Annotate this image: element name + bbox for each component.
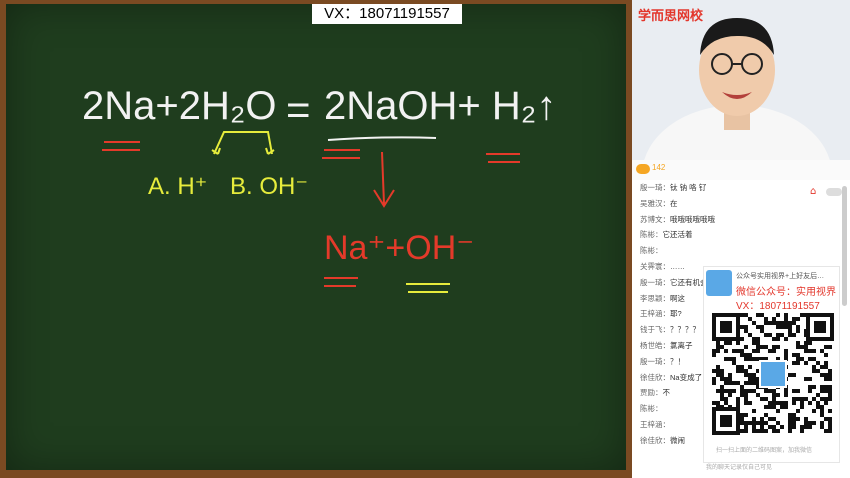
annotations: [102, 131, 520, 293]
chat-text: 哦哦哦哦哦哦: [670, 214, 715, 224]
chat-text: Na变成了: [670, 372, 703, 382]
online-count: 142: [652, 163, 666, 172]
chat-sender: 陈彬：: [640, 404, 663, 414]
chat-sender: 钱于飞：: [640, 325, 670, 335]
ad-avatar: [706, 270, 732, 296]
teacher-video: 学而思网校: [632, 0, 850, 160]
chat-sender: 陈彬：: [640, 246, 663, 256]
chat-sender: 王梓涵：: [640, 309, 670, 319]
chat-message: 苏博文：哦哦哦哦哦哦: [640, 212, 840, 228]
teacher-figure: [644, 18, 830, 160]
ad-line2: 微信公众号：实用视界: [736, 287, 836, 298]
chat-sender: 殷一琦：: [640, 356, 670, 366]
chat-message: 吴雅汉：在: [640, 196, 840, 212]
chat-sender: 吴雅汉：: [640, 198, 670, 208]
blackboard-frame: 2Na+2H₂O = 2NaOH+ H₂↑ A. H⁺ B. OH⁻ Na⁺+O…: [0, 0, 632, 478]
qr-ad-card: 公众号实用视界+上好友后… 微信公众号：实用视界 VX：18071191557 …: [703, 266, 840, 463]
arrow-down: [373, 151, 395, 208]
footer-note: 我的聊天记录仅自己可见: [706, 465, 773, 471]
chat-sender: 杨世皓：: [640, 340, 670, 350]
underline-naoh: [327, 136, 437, 141]
ad-line3: VX：18071191557: [736, 301, 820, 312]
chat-sender: 贾励：: [640, 388, 663, 398]
chat-text: ……: [670, 261, 685, 271]
chat-sender: 徐佳欣：: [640, 435, 670, 445]
chat-sender: 李思颖：: [640, 293, 670, 303]
chat-message: 殷一琦：钛 钠 咯 钌: [640, 180, 840, 196]
chat-text: 微闹: [670, 435, 685, 445]
mark-na: [102, 141, 140, 151]
chat-text: 在: [670, 198, 678, 208]
bracket-h2o: [213, 131, 273, 155]
chat-sender: 殷一琦：: [640, 277, 670, 287]
chat-sender: 苏博文：: [640, 214, 670, 224]
watermark: VX：18071191557: [312, 4, 462, 24]
mark-naoh: [322, 149, 360, 159]
option-a: A. H⁺: [148, 173, 208, 200]
blackboard: 2Na+2H₂O = 2NaOH+ H₂↑ A. H⁺ B. OH⁻ Na⁺+O…: [6, 4, 626, 470]
chat-scrollbar[interactable]: [842, 186, 847, 306]
mark-h2: [486, 153, 520, 163]
chat-sender: 徐佳欣：: [640, 372, 670, 382]
chat-text: 氯离子: [670, 340, 693, 350]
chat-sender: 关霁寰：: [640, 261, 670, 271]
mark-na-ion: [324, 277, 358, 287]
mark-oh-ion: [406, 283, 450, 293]
chat-text: 不: [662, 388, 671, 398]
chat-sender: 陈彬：: [640, 230, 663, 240]
ion-equation: Na⁺+OH⁻: [324, 229, 475, 267]
qr-code: [712, 313, 834, 435]
ad-line1: 公众号实用视界+上好友后…: [736, 273, 825, 280]
ad-footer: 扫一扫上面的二维码图案，加我微信: [716, 448, 813, 454]
chat-text: 钛 钠 咯 钌: [670, 183, 707, 192]
chat-text: ？！: [670, 356, 685, 366]
option-b: B. OH⁻: [230, 173, 309, 200]
chat-text: 耶?: [670, 309, 682, 319]
chat-sender: 殷一琦：: [640, 183, 670, 192]
chat-text: 它还有机会: [670, 277, 708, 287]
chat-message: 陈彬：: [640, 243, 840, 259]
chat-sender: 王梓涵：: [640, 419, 670, 429]
chat-text: 它还活着: [662, 230, 693, 240]
chat-text: 啊这: [670, 293, 685, 303]
chat-header: 142: [632, 160, 850, 180]
online-badge: [636, 164, 650, 174]
chat-text: ？？？？: [670, 325, 700, 335]
chat-message: 陈彬：它还活着: [640, 227, 840, 243]
